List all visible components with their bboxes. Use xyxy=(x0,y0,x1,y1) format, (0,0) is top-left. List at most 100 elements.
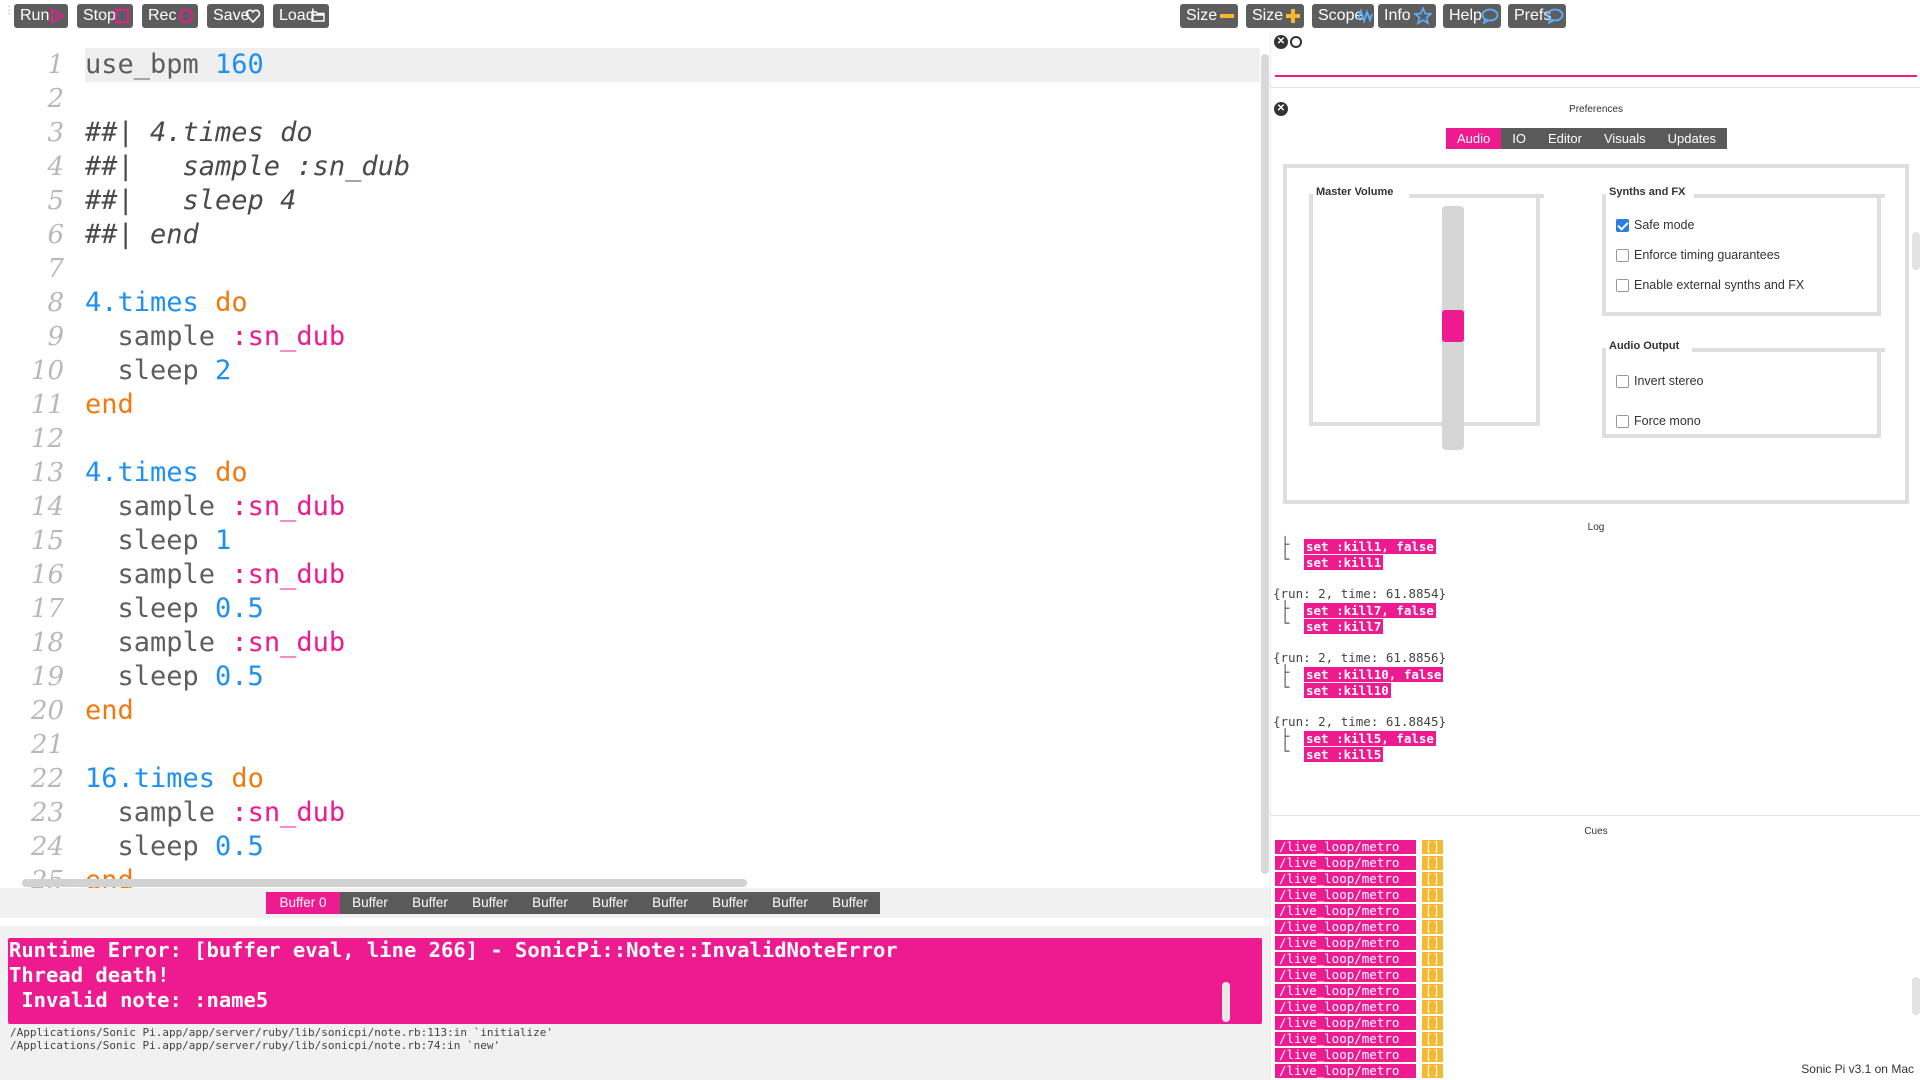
error-message-line: Invalid note: :name5 xyxy=(9,988,269,1012)
editor-vertical-scrollbar[interactable] xyxy=(1261,54,1269,874)
buffer-tab[interactable]: Buffer 6 xyxy=(640,892,700,932)
buffer-tab[interactable]: Buffer 3 xyxy=(460,892,520,932)
buffer-tab[interactable]: Buffer 9 xyxy=(820,892,880,932)
code-line[interactable]: ##| 4.times do xyxy=(85,116,313,150)
code-line[interactable]: sample :sn_dub xyxy=(85,626,346,660)
code-token: sleep xyxy=(85,525,216,556)
log-title: Log xyxy=(1587,522,1605,533)
preferences-tab[interactable]: Updates xyxy=(1657,128,1727,149)
cues-scrollbar[interactable] xyxy=(1912,977,1920,1015)
buffer-tab[interactable]: Buffer 2 xyxy=(400,892,460,932)
line-number: 24 xyxy=(30,832,64,862)
cue-value: [] xyxy=(1422,952,1444,966)
preferences-tab[interactable]: Audio xyxy=(1446,128,1502,149)
code-line[interactable]: sleep 0.5 xyxy=(85,830,264,864)
code-token: sleep xyxy=(85,831,216,862)
buffer-tab[interactable]: Buffer 8 xyxy=(760,892,820,932)
cues-title: Cues xyxy=(1584,826,1608,837)
code-token: ##| end xyxy=(85,219,199,250)
code-line[interactable]: ##| end xyxy=(85,218,199,252)
log-message: set :kill1, false xyxy=(1304,539,1436,554)
error-scrollbar[interactable] xyxy=(1222,982,1230,1022)
cue-value: [] xyxy=(1422,1000,1444,1014)
toolbar-grip[interactable]: ⋮ xyxy=(4,6,14,26)
load-button[interactable]: Load xyxy=(273,4,329,28)
code-line[interactable]: sample :sn_dub xyxy=(85,558,346,592)
cue-value: [] xyxy=(1422,840,1444,854)
safe-mode-option[interactable]: Safe mode xyxy=(1616,218,1694,232)
buffer-tabs: Buffer 0 Buffer 1 Buffer 2 Buffer 3 Buffer 4… xyxy=(266,892,880,932)
cue-value: [] xyxy=(1422,984,1444,998)
code-line[interactable]: 4.times do xyxy=(85,286,248,320)
help-button[interactable]: Help xyxy=(1443,4,1501,28)
trace-line: /Applications/Sonic Pi.app/app/server/ru… xyxy=(10,1039,501,1052)
folder-icon xyxy=(309,7,327,25)
enforce-timing-checkbox[interactable] xyxy=(1616,248,1629,262)
force-mono-checkbox[interactable] xyxy=(1616,414,1629,428)
code-line[interactable]: end xyxy=(85,388,134,422)
code-line[interactable]: sample :sn_dub xyxy=(85,796,346,830)
preferences-tab[interactable]: IO xyxy=(1501,128,1537,149)
cue-address: /live_loop/metro xyxy=(1275,1032,1416,1046)
buffer-tab[interactable]: Buffer 7 xyxy=(700,892,760,932)
code-token: sample xyxy=(85,491,232,522)
code-line[interactable]: sample :sn_dub xyxy=(85,490,346,524)
code-line[interactable]: end xyxy=(85,694,134,728)
stop-button[interactable]: Stop xyxy=(77,4,133,28)
enforce-timing-option[interactable]: Enforce timing guarantees xyxy=(1616,248,1780,262)
cues-pane[interactable]: /live_loop/metro [] /live_loop/metro [] /liv… xyxy=(1275,840,1920,1080)
invert-stereo-option[interactable]: Invert stereo xyxy=(1616,374,1703,388)
code-token: use_bpm xyxy=(85,49,216,80)
record-icon xyxy=(177,7,195,25)
run-button[interactable]: Run xyxy=(14,4,68,28)
record-button[interactable]: Rec xyxy=(142,4,198,28)
invert-stereo-checkbox[interactable] xyxy=(1616,374,1629,388)
preferences-tab[interactable]: Editor xyxy=(1537,128,1593,149)
log-scrollbar[interactable] xyxy=(1912,232,1920,270)
editor-horizontal-scrollbar[interactable] xyxy=(22,879,747,887)
code-line[interactable]: sleep 2 xyxy=(85,354,232,388)
cue-value: [] xyxy=(1422,1048,1444,1062)
stop-icon xyxy=(113,7,131,25)
code-line[interactable]: sleep 0.5 xyxy=(85,592,264,626)
prefs-button[interactable]: Prefs xyxy=(1508,4,1566,28)
size-decrease-button[interactable]: Size xyxy=(1180,4,1238,28)
code-line[interactable]: sample :sn_dub xyxy=(85,320,346,354)
size-increase-button[interactable]: Size xyxy=(1246,4,1304,28)
code-line[interactable]: use_bpm 160 xyxy=(85,48,1260,82)
external-synths-option[interactable]: Enable external synths and FX xyxy=(1616,278,1804,292)
cue-value: [] xyxy=(1422,920,1444,934)
cue-address: /live_loop/metro xyxy=(1275,984,1416,998)
buffer-tab[interactable]: Buffer 1 xyxy=(340,892,400,932)
code-line[interactable]: 16.times do xyxy=(85,762,264,796)
scope-button[interactable]: Scope xyxy=(1312,4,1374,28)
line-number: 3 xyxy=(47,118,64,148)
info-button[interactable]: Info xyxy=(1378,4,1436,28)
buffer-tab[interactable]: Buffer 0 xyxy=(266,892,340,914)
scope-divider xyxy=(1271,87,1920,88)
external-synths-checkbox[interactable] xyxy=(1616,278,1629,292)
log-pane[interactable]: ├ └ set :kill1, false set :kill1 {run: 2, ti… xyxy=(1271,534,1920,816)
code-line[interactable]: sleep 0.5 xyxy=(85,660,264,694)
preferences-title: Preferences xyxy=(1569,104,1623,115)
preferences-tab[interactable]: Visuals xyxy=(1593,128,1657,149)
code-line[interactable]: ##| sample :sn_dub xyxy=(85,150,410,184)
cue-address: /live_loop/metro xyxy=(1275,856,1416,870)
cue-value: [] xyxy=(1422,968,1444,982)
undock-icon[interactable] xyxy=(1290,36,1302,48)
heart-icon xyxy=(244,7,262,25)
code-line[interactable]: sleep 1 xyxy=(85,524,232,558)
close-icon[interactable]: ✕ xyxy=(1274,35,1288,49)
master-volume-thumb[interactable] xyxy=(1442,309,1464,342)
buffer-tab[interactable]: Buffer 5 xyxy=(580,892,640,932)
code-editor[interactable]: 1234567891011121314151617181920212223242… xyxy=(0,32,1270,896)
save-button[interactable]: Save xyxy=(207,4,264,28)
code-line[interactable]: ##| sleep 4 xyxy=(85,184,296,218)
buffer-tab[interactable]: Buffer 4 xyxy=(520,892,580,932)
force-mono-option[interactable]: Force mono xyxy=(1616,414,1701,428)
safe-mode-checkbox[interactable] xyxy=(1616,218,1629,232)
code-line[interactable]: 4.times do xyxy=(85,456,248,490)
code-token: ##| sleep 4 xyxy=(85,185,297,216)
code-token: 2 xyxy=(215,355,232,386)
